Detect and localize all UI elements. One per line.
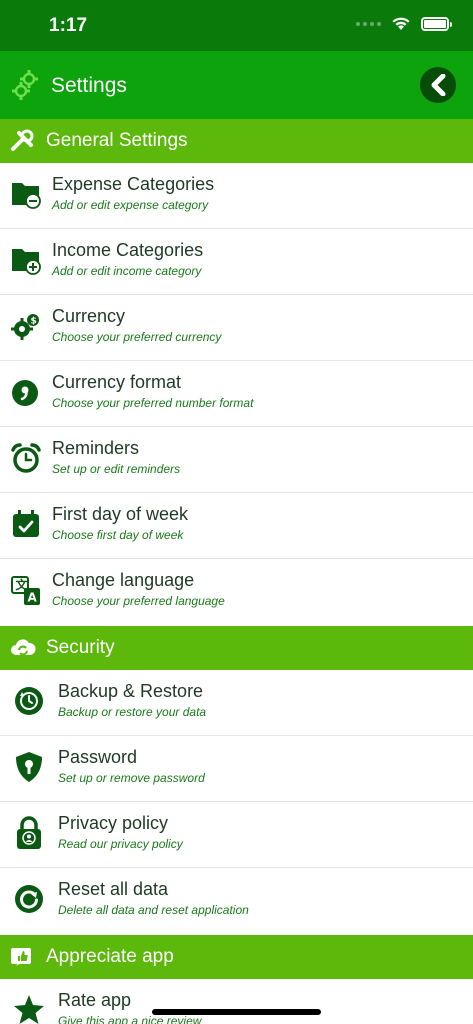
- item-subtitle: Give this app a nice review: [58, 1014, 202, 1024]
- item-title: Rate app: [58, 990, 132, 1010]
- item-title: Reset all data: [58, 879, 169, 899]
- item-subtitle: Add or edit expense category: [52, 198, 209, 212]
- item-subtitle: Choose your preferred currency: [52, 330, 222, 344]
- item-title: Income Categories: [52, 240, 204, 260]
- settings-item-rate-app[interactable]: Rate app Give this app a nice review: [0, 979, 473, 1024]
- app-bar: Settings: [0, 51, 473, 119]
- backup-history-icon: [15, 687, 43, 715]
- section-header-general: General Settings: [0, 119, 473, 163]
- folder-plus-icon: [12, 249, 41, 275]
- battery-icon: [421, 16, 452, 31]
- svg-text:$: $: [31, 317, 37, 327]
- item-title: Privacy policy: [58, 813, 169, 833]
- item-subtitle: Read our privacy policy: [58, 837, 183, 851]
- item-subtitle: Add or edit income category: [52, 264, 202, 278]
- wifi-icon: [392, 17, 410, 30]
- item-subtitle: Choose your preferred number format: [52, 396, 254, 410]
- home-indicator: [152, 1009, 321, 1015]
- svg-text:A: A: [28, 591, 38, 605]
- item-title: Expense Categories: [52, 174, 215, 194]
- translate-icon: 文 A: [11, 576, 40, 605]
- item-title: Currency format: [52, 372, 182, 392]
- reset-icon: [15, 885, 43, 913]
- alarm-clock-icon: [11, 443, 41, 473]
- item-title: First day of week: [52, 504, 189, 524]
- thumbs-up-icon: [11, 948, 31, 966]
- item-subtitle: Choose your preferred language: [52, 594, 225, 608]
- comma-icon: [12, 380, 38, 406]
- item-subtitle: Delete all data and reset application: [58, 903, 249, 917]
- settings-item-change-language[interactable]: 文 A Change language Choose your preferre…: [0, 559, 473, 625]
- section-title-general: General Settings: [46, 130, 188, 151]
- status-time: 1:17: [49, 15, 88, 36]
- shield-keyhole-icon: [16, 752, 42, 782]
- item-title: Currency: [52, 306, 126, 326]
- settings-item-backup-restore[interactable]: Backup & Restore Backup or restore your …: [0, 670, 473, 736]
- settings-item-reset-all-data[interactable]: Reset all data Delete all data and reset…: [0, 868, 473, 934]
- item-title: Password: [58, 747, 138, 767]
- settings-item-currency[interactable]: $ Currency Choose your preferred currenc…: [0, 295, 473, 361]
- tools-icon: [11, 129, 34, 151]
- settings-item-income-categories[interactable]: Income Categories Add or edit income cat…: [0, 229, 473, 295]
- settings-item-expense-categories[interactable]: Expense Categories Add or edit expense c…: [0, 163, 473, 229]
- settings-item-first-day-of-week[interactable]: First day of week Choose first day of we…: [0, 493, 473, 559]
- item-title: Backup & Restore: [58, 681, 204, 701]
- settings-item-password[interactable]: Password Set up or remove password: [0, 736, 473, 802]
- section-header-security: Security: [0, 626, 473, 670]
- settings-item-privacy-policy[interactable]: Privacy policy Read our privacy policy: [0, 802, 473, 868]
- section-title-security: Security: [46, 637, 115, 658]
- item-subtitle: Backup or restore your data: [58, 705, 207, 719]
- status-indicators: [356, 16, 452, 31]
- settings-gears-icon: [12, 70, 38, 100]
- status-bar: 1:17: [0, 0, 473, 51]
- item-subtitle: Set up or remove password: [58, 771, 205, 785]
- section-header-appreciate: Appreciate app: [0, 935, 473, 979]
- page-title: Settings: [51, 74, 127, 97]
- item-subtitle: Choose first day of week: [52, 528, 184, 542]
- back-button[interactable]: [420, 67, 456, 103]
- item-title: Change language: [52, 570, 195, 590]
- settings-item-currency-format[interactable]: Currency format Choose your preferred nu…: [0, 361, 473, 427]
- star-icon: [14, 995, 44, 1024]
- settings-item-reminders[interactable]: Reminders Set up or edit reminders: [0, 427, 473, 493]
- item-title: Reminders: [52, 438, 140, 458]
- cloud-sync-icon: [11, 639, 36, 656]
- currency-gears-icon: $: [11, 314, 39, 340]
- calendar-check-icon: [13, 510, 39, 537]
- lock-user-icon: [17, 816, 41, 849]
- folder-minus-icon: [12, 183, 41, 209]
- item-subtitle: Set up or edit reminders: [52, 462, 181, 476]
- section-title-appreciate: Appreciate app: [46, 946, 174, 967]
- cellular-signal-icon: [356, 21, 381, 26]
- chevron-left-icon: [431, 74, 446, 96]
